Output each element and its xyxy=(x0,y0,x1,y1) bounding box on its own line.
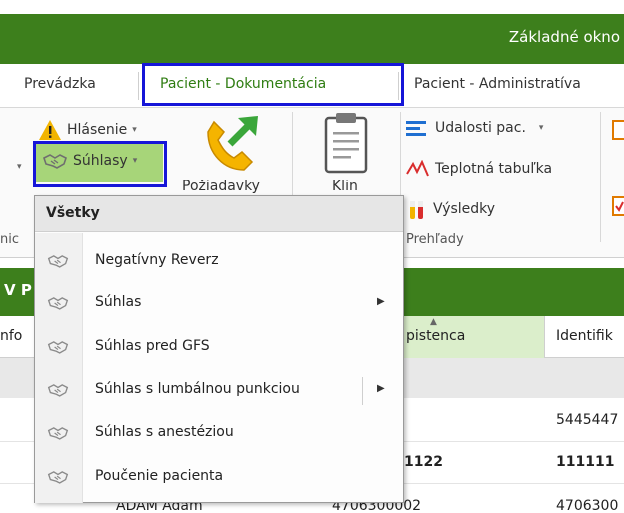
suhlasy-dropdown-menu: Všetky Negatívny Reverz Súhlas ▶ Súhlas … xyxy=(34,195,404,503)
handshake-icon xyxy=(47,255,69,268)
teplotna-label: Teplotná tabuľka xyxy=(435,161,553,177)
section-header-text: V P xyxy=(4,281,32,299)
group-divider xyxy=(600,112,601,242)
table-cell: 4706300 xyxy=(556,498,619,513)
menu-item-label: Súhlas xyxy=(95,294,142,310)
table-cell: 1122 xyxy=(404,454,443,470)
menu-item-label: Súhlas s lumbálnou punkciou xyxy=(95,381,300,397)
menu-item-label: Súhlas pred GFS xyxy=(95,338,210,354)
column-divider xyxy=(544,316,545,358)
handshake-icon xyxy=(47,427,69,440)
test-tubes-icon xyxy=(410,201,423,219)
menu-item-label: Poučenie pacienta xyxy=(95,468,224,484)
poziadavky-label[interactable]: Požiadavky xyxy=(182,180,260,194)
menu-item-negativny-reverz[interactable]: Negatívny Reverz xyxy=(35,240,403,283)
menu-item-suhlas[interactable]: Súhlas ▶ xyxy=(35,282,403,325)
window-title: Základné okno xyxy=(508,28,620,46)
submenu-arrow-icon: ▶ xyxy=(377,296,385,307)
hlasenie-button[interactable]: Hlásenie ▾ xyxy=(38,119,137,141)
warning-bell-icon xyxy=(39,120,61,140)
udalosti-label: Udalosti pac. xyxy=(435,120,526,136)
handshake-icon xyxy=(47,384,69,397)
table-cell: 111111 xyxy=(556,454,615,470)
clipboard-icon[interactable] xyxy=(322,112,370,174)
group-label-prehlady: Prehľady xyxy=(406,232,464,247)
menu-header-vsetky[interactable]: Všetky xyxy=(35,196,403,232)
document-icon[interactable] xyxy=(612,120,624,140)
tab-pacient-administrativa[interactable]: Pacient - Administratíva xyxy=(414,76,581,92)
handshake-icon xyxy=(47,471,69,484)
column-header-identifikator[interactable]: Identifik xyxy=(556,328,613,344)
klin-label[interactable]: Klin xyxy=(332,180,358,194)
column-header-info[interactable]: nfo xyxy=(0,328,22,344)
tab-divider xyxy=(138,72,139,100)
split-divider xyxy=(362,377,363,405)
submenu-arrow-icon: ▶ xyxy=(377,383,385,394)
menu-item-suhlas-s-lumbalnou-punkciou[interactable]: Súhlas s lumbálnou punkciou ▶ xyxy=(35,369,403,412)
chevron-down-icon: ▾ xyxy=(538,123,544,133)
document-check-icon[interactable] xyxy=(612,196,624,216)
chevron-down-icon: ▾ xyxy=(132,125,137,135)
table-cell: 5445447 xyxy=(556,412,619,428)
menu-item-label: Negatívny Reverz xyxy=(95,252,219,268)
temperature-chart-icon xyxy=(406,160,429,177)
sort-ascending-icon: ▲ xyxy=(430,317,437,327)
menu-item-suhlas-s-anesteziou[interactable]: Súhlas s anestéziou xyxy=(35,412,403,455)
chevron-down-icon: ▾ xyxy=(17,162,22,172)
handshake-icon xyxy=(47,297,69,310)
tab-prevadzka[interactable]: Prevádzka xyxy=(24,76,96,92)
phone-request-icon[interactable] xyxy=(200,114,262,176)
column-header-poistenca[interactable]: pistenca xyxy=(406,328,465,344)
menu-item-label: Súhlas s anestéziou xyxy=(95,424,234,440)
menu-item-poucenie-pacienta[interactable]: Poučenie pacienta xyxy=(35,456,403,499)
vysledky-label: Výsledky xyxy=(433,201,496,217)
events-list-icon xyxy=(406,121,426,136)
udalosti-button[interactable]: Udalosti pac. ▾ xyxy=(406,120,543,136)
annotation-box-tab xyxy=(142,63,404,106)
menu-header-label: Všetky xyxy=(46,205,100,221)
hlasenie-label: Hlásenie xyxy=(67,122,128,138)
group-label-left: nic xyxy=(0,232,19,247)
vysledky-button[interactable]: Výsledky xyxy=(406,198,495,220)
title-bar: Základné okno xyxy=(0,14,624,64)
annotation-box-suhlasy xyxy=(33,141,167,187)
handshake-icon xyxy=(47,341,69,354)
teplotna-tabulka-button[interactable]: Teplotná tabuľka xyxy=(406,160,552,178)
menu-item-suhlas-pred-gfs[interactable]: Súhlas pred GFS xyxy=(35,326,403,369)
